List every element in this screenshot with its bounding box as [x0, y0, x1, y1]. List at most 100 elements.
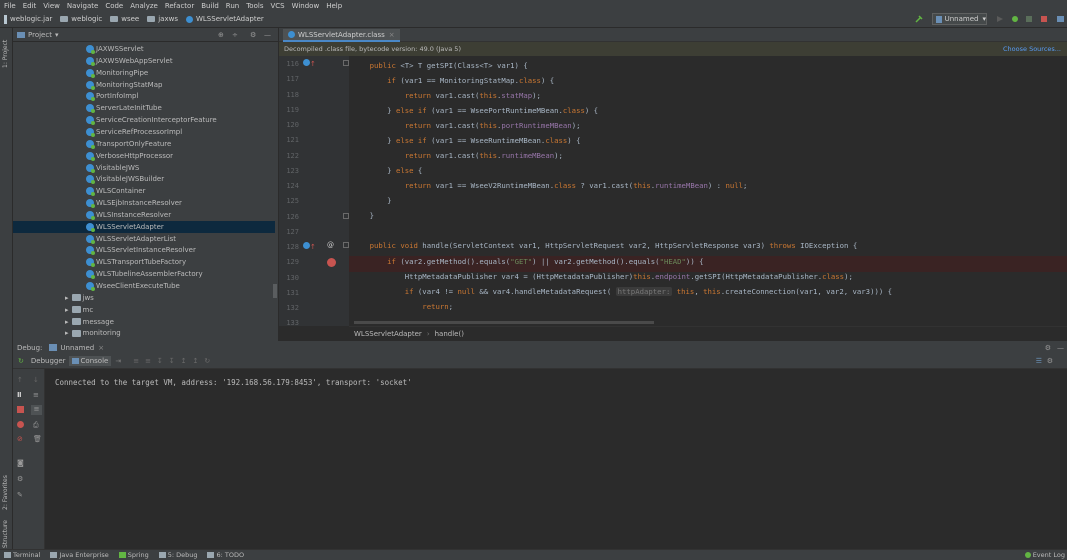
- tree-item-class[interactable]: MonitoringStatMap: [13, 79, 275, 91]
- stop-icon[interactable]: [17, 406, 24, 413]
- tree-item-package[interactable]: ▸ message: [65, 316, 114, 328]
- breadcrumb-method[interactable]: handle(): [435, 330, 464, 338]
- down-arrow-icon[interactable]: ↓: [33, 376, 39, 384]
- breadcrumb-class[interactable]: WLSServletAdapter: [354, 330, 422, 338]
- mute-breakpoints-icon[interactable]: ⊘: [17, 435, 23, 443]
- close-icon[interactable]: ×: [98, 344, 104, 352]
- tree-item-class[interactable]: WLSServletAdapter: [13, 220, 275, 233]
- console-output[interactable]: Connected to the target VM, address: '19…: [55, 378, 412, 387]
- breadcrumb-jar[interactable]: weblogic.jar: [4, 14, 52, 24]
- editor-horizontal-scrollbar[interactable]: [354, 321, 654, 324]
- tree-item-package[interactable]: ▸ monitoring: [65, 327, 121, 339]
- debug-icon[interactable]: [1011, 15, 1019, 23]
- fold-icon[interactable]: [343, 242, 349, 250]
- breadcrumb-weblogic[interactable]: weblogic: [60, 15, 102, 23]
- camera-icon[interactable]: ◙: [17, 459, 24, 467]
- trash-icon[interactable]: 🗑: [33, 435, 42, 443]
- pause-icon[interactable]: Ⅱ: [17, 391, 22, 399]
- tree-item-package[interactable]: ▸ mc: [65, 304, 93, 316]
- favorites-tool-tab[interactable]: 2: Favorites: [2, 475, 9, 510]
- menu-run[interactable]: Run: [226, 2, 239, 10]
- fold-icon[interactable]: [343, 213, 349, 221]
- project-tool-tab[interactable]: 1: Project: [2, 40, 9, 68]
- collapse-icon[interactable]: ÷: [232, 31, 238, 39]
- expand-arrow-icon[interactable]: ▸: [65, 294, 69, 302]
- java-enterprise-tab[interactable]: Java Enterprise: [50, 551, 109, 559]
- terminal-tab[interactable]: Terminal: [4, 551, 40, 559]
- close-icon[interactable]: ×: [389, 31, 395, 39]
- gear-icon[interactable]: ⚙: [250, 31, 256, 39]
- editor-gutter[interactable]: 116 117 118 119 120 121 122 123 124 125 126 127 128 1…: [279, 56, 349, 327]
- tree-item-class[interactable]: VisitableJWS: [13, 162, 275, 174]
- tree-item-class[interactable]: MonitoringPipe: [13, 67, 275, 79]
- annotation-icon[interactable]: @: [327, 241, 334, 249]
- locate-icon[interactable]: ⊕: [218, 31, 224, 39]
- tree-item-class[interactable]: WLSInstanceResolver: [13, 209, 275, 221]
- tree-item-class[interactable]: TransportOnlyFeature: [13, 138, 275, 150]
- restore-layout-icon[interactable]: ☰: [1036, 357, 1042, 365]
- tree-item-class[interactable]: JAXWSWebAppServlet: [13, 55, 275, 67]
- menu-tools[interactable]: Tools: [246, 2, 263, 10]
- menu-help[interactable]: Help: [326, 2, 342, 10]
- menu-analyze[interactable]: Analyze: [130, 2, 158, 10]
- breadcrumb-wsee[interactable]: wsee: [110, 15, 139, 23]
- tree-item-class[interactable]: VerboseHttpProcessor: [13, 150, 275, 162]
- build-hammer-icon[interactable]: [915, 15, 923, 23]
- expand-arrow-icon[interactable]: ▸: [65, 329, 69, 337]
- gear-icon[interactable]: ⚙: [1045, 344, 1051, 352]
- tree-item-class[interactable]: WLSTransportTubeFactory: [13, 256, 275, 268]
- tree-item-class[interactable]: WLSTubelineAssemblerFactory: [13, 268, 275, 280]
- tree-item-class[interactable]: PortInfoImpl: [13, 90, 275, 102]
- soft-wrap-icon[interactable]: ≡: [33, 391, 39, 399]
- stop-icon[interactable]: [1040, 15, 1048, 23]
- breakpoint-icon[interactable]: [327, 258, 336, 269]
- menu-refactor[interactable]: Refactor: [165, 2, 194, 10]
- hide-icon[interactable]: —: [264, 31, 271, 39]
- stepping-toolbar[interactable]: ≡≡↧↧↥↥↻: [133, 357, 216, 365]
- breadcrumb-class[interactable]: WLSServletAdapter: [185, 15, 264, 23]
- menu-edit[interactable]: Edit: [23, 2, 37, 10]
- override-marker-icon[interactable]: ↑: [303, 59, 316, 68]
- breadcrumb-jaxws[interactable]: jaxws: [147, 15, 178, 23]
- hide-icon[interactable]: —: [1057, 344, 1064, 352]
- tree-item-class[interactable]: WLSContainer: [13, 185, 275, 197]
- menu-vcs[interactable]: VCS: [270, 2, 284, 10]
- expand-arrow-icon[interactable]: ▸: [65, 306, 69, 314]
- view-breakpoints-icon[interactable]: [17, 421, 24, 428]
- rerun-icon[interactable]: ↻: [18, 357, 24, 365]
- project-title[interactable]: Project: [28, 31, 52, 39]
- print-icon[interactable]: ⎙: [33, 421, 39, 430]
- tree-item-class[interactable]: WLSServletInstanceResolver: [13, 244, 275, 256]
- run-configuration-select[interactable]: Unnamed ▾: [932, 13, 987, 25]
- override-marker-icon[interactable]: ↑: [303, 242, 316, 251]
- tree-item-class[interactable]: WseeClientExecuteTube: [13, 280, 275, 292]
- debug-tab[interactable]: 5: Debug: [158, 551, 197, 559]
- settings-icon[interactable]: ⚙: [17, 475, 23, 483]
- coverage-icon[interactable]: [1025, 15, 1033, 23]
- menu-file[interactable]: File: [4, 2, 16, 10]
- tree-item-class[interactable]: VisitableJWSBuilder: [13, 173, 275, 185]
- expand-arrow-icon[interactable]: ▸: [65, 318, 69, 326]
- run-icon[interactable]: [996, 15, 1004, 23]
- up-arrow-icon[interactable]: ↑: [17, 376, 23, 384]
- menu-code[interactable]: Code: [105, 2, 123, 10]
- menu-navigate[interactable]: Navigate: [67, 2, 98, 10]
- tree-item-class[interactable]: WLSServletAdapterList: [13, 233, 275, 245]
- tree-item-class[interactable]: ServiceRefProcessorImpl: [13, 126, 275, 138]
- spring-tab[interactable]: Spring: [118, 551, 149, 559]
- chevron-down-icon[interactable]: ▾: [55, 31, 59, 39]
- tab-options-icon[interactable]: ⇥: [115, 357, 121, 365]
- tree-item-class[interactable]: ServiceCreationInterceptorFeature: [13, 114, 275, 126]
- choose-sources-link[interactable]: Choose Sources...: [1003, 45, 1061, 53]
- menu-build[interactable]: Build: [201, 2, 219, 10]
- tree-item-class[interactable]: WLSEjbInstanceResolver: [13, 197, 275, 209]
- pin-icon[interactable]: ✎: [17, 491, 23, 499]
- tab-wlsservletadapter[interactable]: WLSServletAdapter.class ×: [283, 29, 400, 42]
- tree-item-package[interactable]: ▸ jws: [65, 292, 94, 304]
- tree-item-class[interactable]: ServerLateInitTube: [13, 102, 275, 114]
- tab-console[interactable]: Console: [68, 356, 112, 366]
- debug-session-tab[interactable]: Unnamed: [60, 344, 94, 352]
- menu-window[interactable]: Window: [292, 2, 320, 10]
- menu-view[interactable]: View: [43, 2, 60, 10]
- tree-item-class[interactable]: JAXWSServlet: [13, 43, 275, 55]
